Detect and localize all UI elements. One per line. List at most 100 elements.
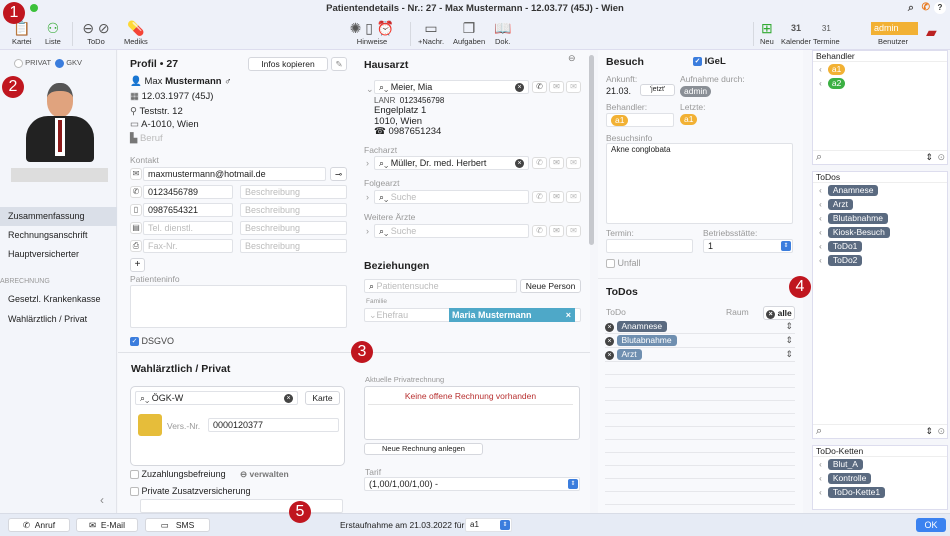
card-button[interactable]: Karte: [305, 391, 340, 405]
todo-item[interactable]: ‹ Anamnese: [813, 183, 947, 197]
radio-privat[interactable]: [14, 58, 23, 68]
behandler-field[interactable]: a1: [606, 113, 674, 127]
insurer-search[interactable]: ⌕⌄ ÖGK-W ×: [135, 391, 298, 405]
igel-checkbox[interactable]: ✓ IGeL: [693, 56, 726, 67]
help-icon[interactable]: ?: [934, 2, 946, 14]
collapse-icon[interactable]: ⊖: [568, 53, 576, 64]
todo-item[interactable]: ‹ ToDo1: [813, 239, 947, 253]
nav-hauptversicherter[interactable]: Hauptversicherter: [0, 245, 117, 264]
termin-field[interactable]: [606, 239, 693, 253]
now-button[interactable]: 'jetzt': [640, 84, 675, 96]
mail-button[interactable]: ✉: [566, 191, 581, 203]
scrollbar[interactable]: [589, 55, 594, 245]
todo-item[interactable]: ‹ Kiosk-Besuch: [813, 225, 947, 239]
room-filter-button[interactable]: × alle: [763, 306, 795, 320]
related-person-tag[interactable]: Maria Mustermann ×: [449, 308, 575, 322]
patient-avatar[interactable]: [22, 80, 97, 165]
hinweise-button[interactable]: ✺ ▯ ⏰ Hinweise: [340, 20, 404, 46]
todo-item[interactable]: ‹ Arzt: [813, 197, 947, 211]
neu-button[interactable]: ⊞ Neu: [760, 20, 774, 46]
phone-field[interactable]: 0123456789: [143, 185, 233, 199]
work-phone-field[interactable]: Tel. dienstl.: [143, 221, 233, 235]
ok-button[interactable]: OK: [916, 518, 946, 532]
fax-description-field[interactable]: Beschreibung: [240, 239, 347, 253]
user-field[interactable]: admin: [871, 22, 918, 35]
work-description-field[interactable]: Beschreibung: [240, 221, 347, 235]
mobile-description-field[interactable]: Beschreibung: [240, 203, 347, 217]
termine-button[interactable]: 31 Termine: [813, 20, 840, 46]
hausarzt-search[interactable]: ⌕⌄ Meier, Mia ×: [374, 80, 529, 94]
window-zoom-button[interactable]: [30, 4, 38, 12]
call-button[interactable]: ✆ Anruf: [8, 518, 70, 532]
todo-item[interactable]: ‹ ToDo2: [813, 253, 947, 267]
call-button[interactable]: ✆: [532, 157, 547, 169]
aufgaben-button[interactable]: ❐ Aufgaben: [453, 20, 485, 46]
chevron-right-icon[interactable]: ›: [366, 226, 369, 236]
zuzahlung-checkbox[interactable]: Zuzahlungsbefreiung: [130, 469, 226, 480]
todo-row[interactable]: × Blutabnahme ⇕: [605, 334, 795, 348]
fax-button[interactable]: ✉: [549, 191, 564, 203]
insurance-type-radio[interactable]: PRIVAT GKV: [14, 58, 82, 68]
chain-item[interactable]: ‹ Kontrolle: [813, 471, 947, 485]
call-button[interactable]: ✆: [532, 81, 547, 93]
job-field[interactable]: ▙ Beruf: [130, 133, 163, 144]
patient-search[interactable]: ⌕ Patientensuche: [364, 279, 517, 293]
fax-button[interactable]: ✉: [549, 225, 564, 237]
facharzt-search[interactable]: ⌕⌄ Müller, Dr. med. Herbert ×: [374, 156, 529, 170]
kalender-button[interactable]: 31 Kalender: [781, 20, 811, 46]
mobile-field[interactable]: 0987654321: [143, 203, 233, 217]
new-person-button[interactable]: Neue Person: [520, 279, 581, 293]
mail-button[interactable]: ✉: [566, 81, 581, 93]
created-for-select[interactable]: a1 ⇕: [465, 518, 512, 532]
behandler-item[interactable]: ‹ a1: [813, 62, 947, 76]
mediks-button[interactable]: 💊 Mediks: [124, 20, 148, 46]
new-invoice-button[interactable]: Neue Rechnung anlegen: [364, 443, 483, 455]
fax-field[interactable]: Fax-Nr.: [143, 239, 233, 253]
mail-button[interactable]: ✉: [566, 225, 581, 237]
tarif-select[interactable]: (1,00/1,00/1,00) - ⇕: [364, 477, 580, 491]
call-button[interactable]: ✆: [532, 225, 547, 237]
chain-item[interactable]: ‹ ToDo-Kette1: [813, 485, 947, 499]
todo-row[interactable]: × Anamnese ⇕: [605, 320, 795, 334]
todo-button[interactable]: ⊖ ⊘ ToDo: [78, 20, 114, 46]
todo-row[interactable]: × Arzt ⇕: [605, 348, 795, 362]
weitere-aerzte-search[interactable]: ⌕⌄ Suche: [374, 224, 529, 238]
chevron-right-icon[interactable]: ›: [366, 192, 369, 202]
add-contact-button[interactable]: +: [130, 258, 145, 272]
unfall-checkbox[interactable]: Unfall: [606, 258, 641, 269]
chevron-right-icon[interactable]: ›: [366, 158, 369, 168]
nav-zusammenfassung[interactable]: Zusammenfassung: [0, 207, 117, 226]
fax-button[interactable]: ✉: [549, 81, 564, 93]
todos-search[interactable]: ⌕ ⇕ ⊙: [813, 424, 947, 438]
call-button[interactable]: ✆: [532, 191, 547, 203]
dsgvo-checkbox[interactable]: ✓ DSGVO: [130, 336, 174, 347]
sms-button[interactable]: ▭ SMS: [145, 518, 210, 532]
behandler-search[interactable]: ⌕ ⇕ ⊙: [813, 150, 947, 164]
email-field[interactable]: maxmustermann@hotmail.de: [143, 167, 326, 181]
behandler-item[interactable]: ‹ a2: [813, 76, 947, 90]
collapse-sidebar-button[interactable]: ‹: [100, 493, 104, 507]
phone-description-field[interactable]: Beschreibung: [240, 185, 347, 199]
edit-button[interactable]: ✎: [331, 57, 347, 71]
manage-button[interactable]: ⊖ verwalten: [240, 469, 289, 480]
avatar-caption-field[interactable]: [11, 168, 108, 182]
nav-gesetzl-krankenkasse[interactable]: Gesetzl. Krankenkasse: [0, 290, 117, 309]
email-button[interactable]: ✉ E-Mail: [76, 518, 138, 532]
todo-item[interactable]: ‹ Blutabnahme: [813, 211, 947, 225]
nav-rechnungsanschrift[interactable]: Rechnungsanschrift: [0, 226, 117, 245]
phone-icon[interactable]: ✆: [922, 1, 930, 15]
key-button[interactable]: ⊸: [330, 167, 347, 181]
vers-field[interactable]: 0000120377: [208, 418, 339, 432]
patienteninfo-textarea[interactable]: [130, 285, 347, 328]
zusatz-field[interactable]: [140, 499, 343, 513]
chain-item[interactable]: ‹ Blut_A: [813, 457, 947, 471]
chevron-down-icon[interactable]: ⌄: [366, 84, 374, 95]
zusatz-checkbox[interactable]: Private Zusatzversicherung: [130, 486, 251, 497]
radio-gkv[interactable]: [55, 58, 65, 68]
nav-wahlarztlich-privat[interactable]: Wahlärztlich / Privat: [0, 310, 117, 329]
card-reader-status-icon[interactable]: ▰: [926, 24, 937, 41]
nachricht-button[interactable]: ▭ +Nachr.: [418, 20, 444, 46]
besuchsinfo-textarea[interactable]: Akne conglobata: [606, 143, 793, 224]
site-select[interactable]: 1 ⇕: [703, 239, 793, 253]
search-icon[interactable]: ⌕: [908, 1, 914, 15]
